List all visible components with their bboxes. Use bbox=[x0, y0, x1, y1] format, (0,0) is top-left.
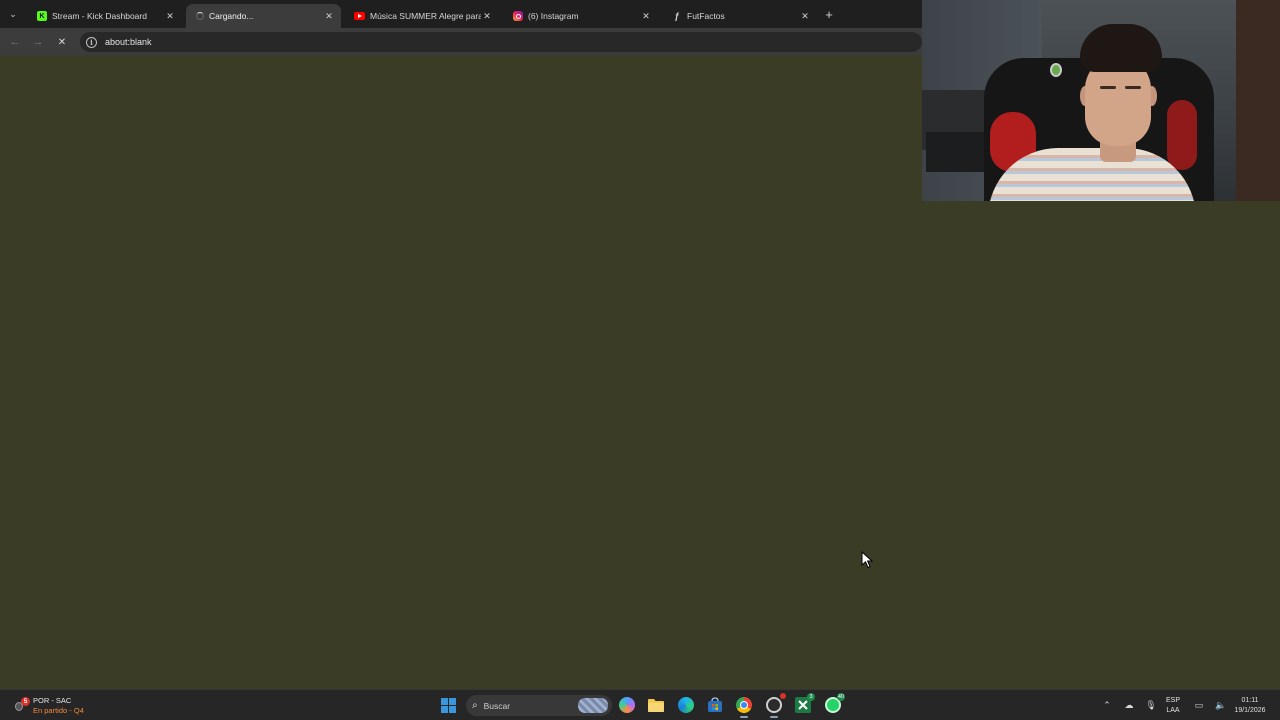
taskbar: 5 POR - SAC En partido - Q4 ⌕ Buscar 3 4… bbox=[0, 689, 1280, 720]
stop-loading-button[interactable]: ✕ bbox=[53, 33, 71, 51]
address-bar[interactable]: i about:blank bbox=[80, 32, 922, 52]
edge-button[interactable] bbox=[676, 695, 696, 715]
search-placeholder: Buscar bbox=[483, 700, 511, 711]
close-icon[interactable]: ✕ bbox=[640, 10, 652, 22]
clock-time: 01:11 bbox=[1241, 697, 1259, 704]
clock[interactable]: 01:11 19/1/2026 bbox=[1226, 696, 1274, 716]
mouse-cursor-icon bbox=[861, 551, 873, 569]
onedrive-icon[interactable]: ☁ bbox=[1122, 699, 1136, 713]
webcam-person-brow bbox=[1100, 86, 1116, 89]
obs-button[interactable] bbox=[764, 693, 786, 718]
arrow-right-icon: → bbox=[32, 36, 44, 48]
close-icon[interactable]: ✕ bbox=[323, 10, 335, 22]
system-tray: ⌃ ☁ 🎙 bbox=[1096, 690, 1162, 720]
tab-title: FutFactos bbox=[687, 11, 725, 21]
loading-spinner-icon bbox=[196, 12, 204, 20]
widget-status: En partido - Q4 bbox=[33, 706, 84, 715]
tab-instagram[interactable]: (6) Instagram ✕ bbox=[503, 4, 658, 28]
store-icon bbox=[708, 697, 722, 712]
keyboard-layout: LAA bbox=[1166, 707, 1180, 714]
forward-button[interactable]: → bbox=[29, 33, 47, 51]
obs-icon bbox=[766, 697, 782, 713]
tab-title: Música SUMMER Alegre para T bbox=[370, 11, 481, 21]
search-icon: ⌕ bbox=[472, 700, 478, 711]
widget-match: POR - SAC bbox=[33, 696, 72, 705]
tab-youtube-music[interactable]: Música SUMMER Alegre para T ✕ bbox=[344, 4, 499, 28]
tab-title: Cargando... bbox=[209, 11, 254, 21]
tab-search-button[interactable]: ⌄ bbox=[5, 6, 21, 22]
network-icon[interactable]: ▭ bbox=[1192, 699, 1206, 713]
webcam-chair-logo bbox=[1050, 63, 1062, 77]
notification-badge: 5 bbox=[21, 697, 30, 706]
chrome-icon bbox=[736, 697, 752, 713]
webcam-person-hair bbox=[1080, 24, 1162, 72]
youtube-icon bbox=[354, 12, 365, 20]
address-text[interactable]: about:blank bbox=[105, 37, 152, 47]
close-icon[interactable]: ✕ bbox=[164, 10, 176, 22]
webcam-shelf bbox=[926, 132, 986, 172]
new-tab-button[interactable]: + bbox=[821, 6, 837, 22]
futfactos-icon: ƒ bbox=[674, 11, 680, 21]
chevron-up-icon[interactable]: ⌃ bbox=[1100, 699, 1114, 713]
start-button[interactable] bbox=[438, 695, 458, 715]
stop-icon: ✕ bbox=[57, 36, 67, 48]
instagram-icon bbox=[513, 11, 523, 21]
copilot-icon bbox=[619, 697, 635, 713]
page-content bbox=[0, 55, 922, 689]
excel-button[interactable]: 3 bbox=[793, 693, 815, 715]
back-button[interactable]: ← bbox=[6, 33, 24, 51]
notification-badge: 40 bbox=[836, 693, 845, 701]
site-info-icon[interactable]: i bbox=[86, 36, 97, 48]
search-highlight-art bbox=[578, 698, 608, 713]
chevron-down-icon: ⌄ bbox=[9, 8, 17, 19]
taskbar-search[interactable]: ⌕ Buscar bbox=[466, 695, 612, 716]
tab-kick-dashboard[interactable]: K Stream - Kick Dashboard ✕ bbox=[27, 4, 182, 28]
clock-date: 19/1/2026 bbox=[1234, 707, 1266, 714]
close-icon[interactable]: ✕ bbox=[481, 10, 493, 22]
webcam-overlay bbox=[922, 0, 1280, 201]
kick-icon: K bbox=[37, 11, 47, 21]
language-code: ESP bbox=[1165, 697, 1180, 704]
recording-indicator bbox=[780, 693, 786, 699]
notification-badge: 3 bbox=[807, 693, 815, 701]
edge-icon bbox=[678, 697, 694, 713]
soccer-ball-icon: 5 bbox=[14, 697, 30, 713]
close-icon[interactable]: ✕ bbox=[799, 10, 811, 22]
plus-icon: + bbox=[825, 6, 833, 22]
webcam-person-brow bbox=[1125, 86, 1141, 89]
tab-strip: ⌄ K Stream - Kick Dashboard ✕ Cargando..… bbox=[0, 0, 922, 28]
language-indicator[interactable]: ESP LAA bbox=[1163, 696, 1183, 716]
chrome-button[interactable] bbox=[734, 695, 754, 718]
microphone-icon[interactable]: 🎙 bbox=[1144, 699, 1158, 713]
tab-futfactos[interactable]: ƒ FutFactos ✕ bbox=[662, 4, 817, 28]
folder-icon bbox=[648, 699, 664, 712]
whatsapp-button[interactable]: 40 bbox=[823, 693, 845, 715]
arrow-left-icon: ← bbox=[9, 36, 21, 48]
active-app-indicator bbox=[740, 716, 748, 718]
browser-toolbar: ← → ✕ i about:blank bbox=[0, 28, 922, 55]
windows-icon bbox=[440, 697, 456, 713]
webcam-chair-accent bbox=[1167, 100, 1197, 170]
store-button[interactable] bbox=[705, 695, 725, 715]
copilot-button[interactable] bbox=[617, 695, 637, 715]
tab-title: Stream - Kick Dashboard bbox=[52, 11, 147, 21]
sports-widget[interactable]: 5 POR - SAC En partido - Q4 bbox=[14, 694, 84, 718]
active-app-indicator bbox=[770, 716, 778, 718]
tab-loading[interactable]: Cargando... ✕ bbox=[186, 4, 341, 28]
tab-title: (6) Instagram bbox=[528, 11, 579, 21]
webcam-door bbox=[1236, 0, 1280, 201]
file-explorer-button[interactable] bbox=[646, 695, 666, 715]
